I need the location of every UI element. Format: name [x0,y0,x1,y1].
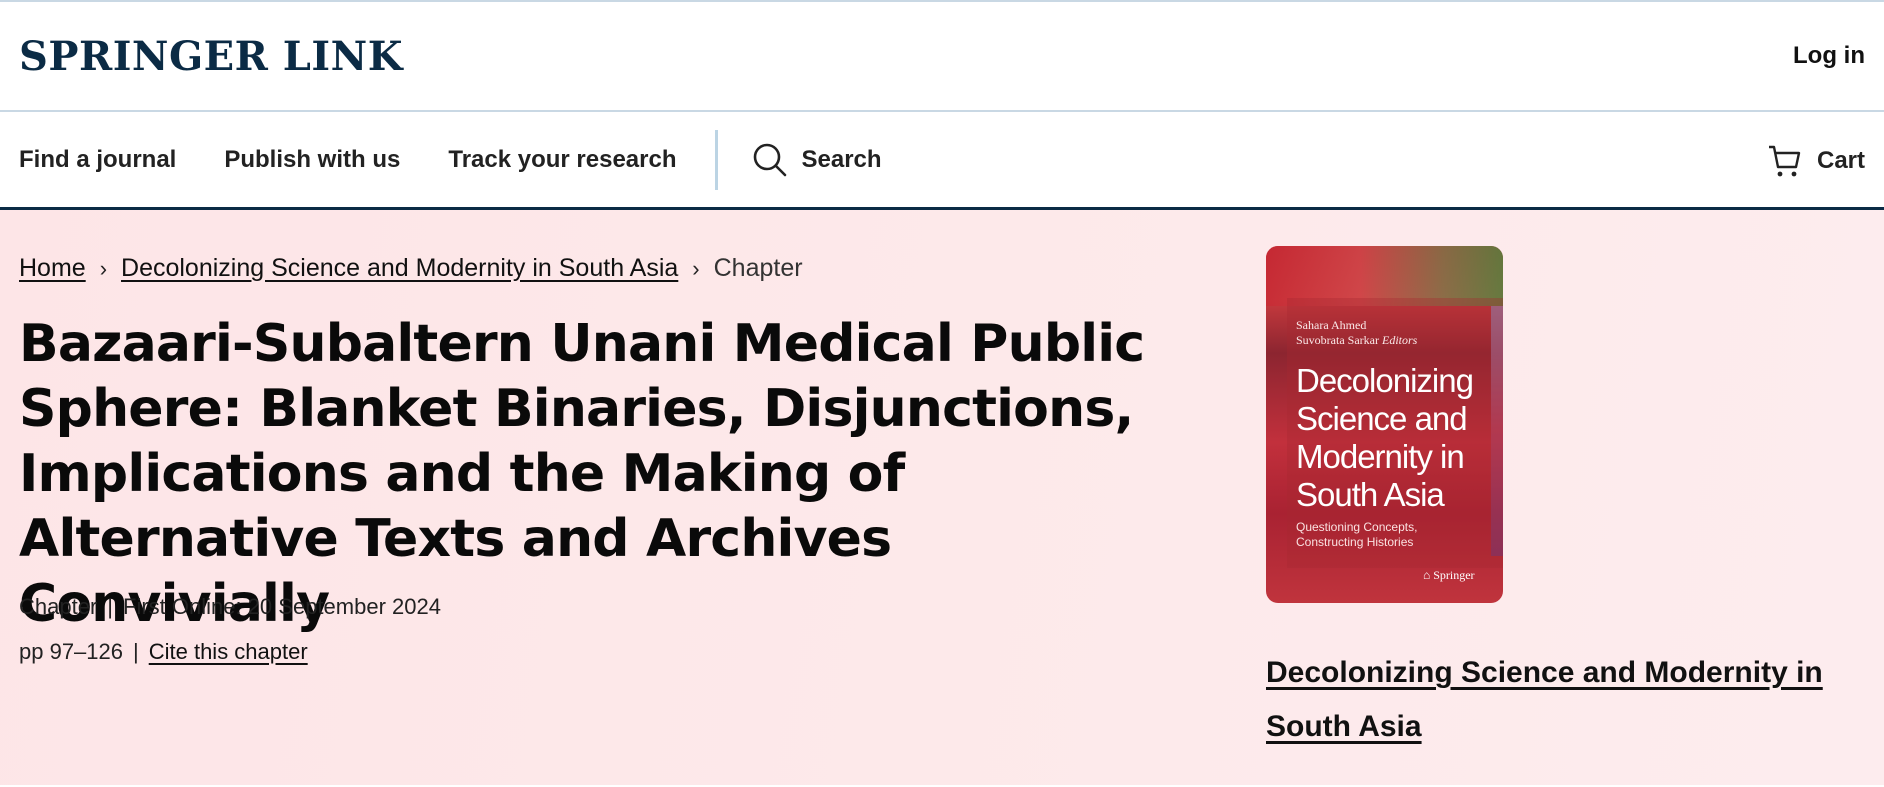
first-online-date: First Online: 20 September 2024 [123,594,441,619]
search-icon [753,143,786,176]
cover-title: Decolonizing Science and Modernity in So… [1296,362,1474,513]
nav-publish-with-us[interactable]: Publish with us [224,146,400,174]
search-label: Search [801,145,882,173]
springer-link-logo[interactable]: SPRINGER LINK [19,33,403,80]
cover-editor: Sahara Ahmed [1296,318,1367,332]
meta-divider: | [107,594,113,619]
cover-subtitle: Questioning Concepts, Constructing Histo… [1296,520,1418,549]
cart-button[interactable]: Cart [1767,112,1865,210]
cover-editors-tag: Editors [1381,333,1418,347]
meta-divider: | [133,639,139,664]
cart-label: Cart [1816,147,1865,174]
chevron-right-icon: › [692,255,700,281]
breadcrumb-book[interactable]: Decolonizing Science and Modernity in So… [121,254,678,283]
cover-publisher: ⌂ Springer [1423,568,1475,582]
main-nav: Find a journal Publish with us Track you… [0,112,1884,210]
book-cover[interactable]: Sahara Ahmed Suvobrata Sarkar Editors De… [1266,246,1503,603]
publisher-name: Springer [1433,568,1475,582]
cite-chapter-link[interactable]: Cite this chapter [149,639,308,664]
chapter-pages-row: pp 97–126 | Cite this chapter [19,639,308,665]
breadcrumb: Home › Decolonizing Science and Modernit… [19,254,803,283]
nav-track-research[interactable]: Track your research [448,146,676,174]
breadcrumb-home[interactable]: Home [19,254,86,283]
cover-decoration [1266,246,1503,306]
page-range: pp 97–126 [19,639,123,664]
chapter-hero: Home › Decolonizing Science and Modernit… [0,210,1884,785]
login-link[interactable]: Log in [1793,42,1865,70]
cart-icon [1768,145,1801,177]
cover-editors: Sahara Ahmed Suvobrata Sarkar Editors [1296,318,1417,348]
content-type: Chapter [19,594,98,619]
chevron-right-icon: › [99,255,108,281]
chapter-title: Bazaari-Subaltern Unani Medical Public S… [19,314,1145,634]
nav-divider [714,129,718,190]
chapter-meta: Chapter | First Online: 20 September 2024 [19,594,441,620]
book-title-link[interactable]: Decolonizing Science and Modernity in So… [1266,646,1846,754]
breadcrumb-current: Chapter [713,254,803,282]
cover-editor: Suvobrata Sarkar [1296,333,1379,347]
search-button[interactable]: Search [752,142,882,178]
nav-find-journal[interactable]: Find a journal [19,146,176,174]
top-header: SPRINGER LINK Log in [0,0,1884,112]
